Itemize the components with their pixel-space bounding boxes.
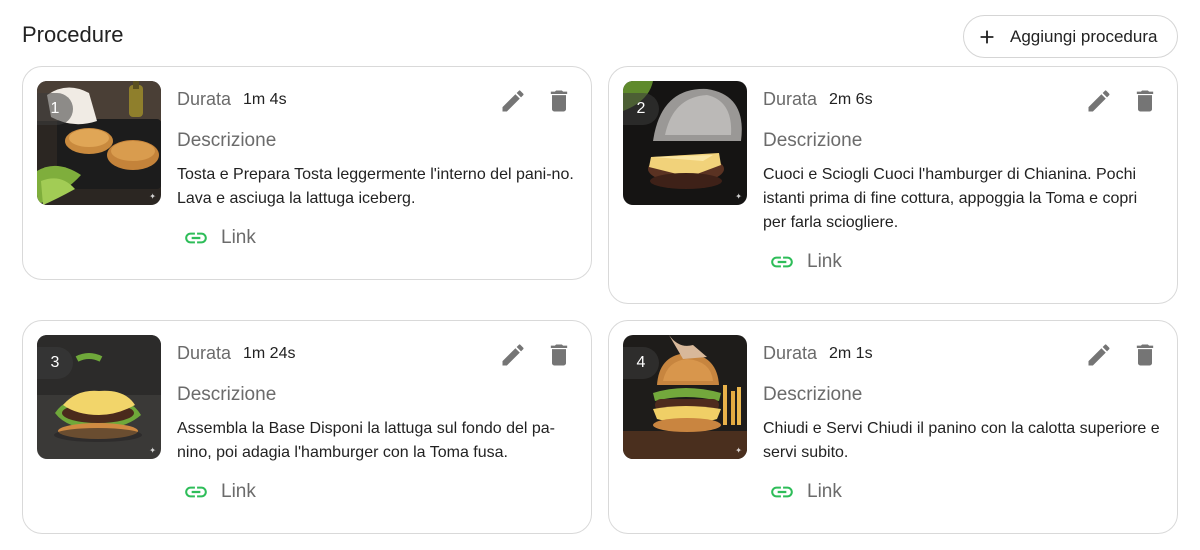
- ai-sparkle-icon: ✦: [735, 446, 742, 455]
- link-label: Link: [221, 481, 256, 502]
- add-procedure-label: Aggiungi procedura: [1010, 26, 1158, 46]
- duration-label: Durata: [763, 343, 818, 363]
- ai-sparkle-icon: ✦: [149, 192, 156, 201]
- step-image: 1 ✦: [37, 81, 161, 205]
- link-icon: [771, 486, 793, 498]
- step-number-badge: 1: [37, 93, 73, 125]
- duration-label: Durata: [177, 343, 232, 363]
- delete-icon[interactable]: [1131, 341, 1159, 369]
- duration-value: 1m 4s: [243, 91, 287, 108]
- step-link[interactable]: Link: [769, 249, 842, 275]
- link-icon: [185, 486, 207, 498]
- ai-sparkle-icon: ✦: [735, 192, 742, 201]
- description-label: Descrizione: [177, 130, 277, 151]
- procedure-card-4: 4 ✦ Durata 2m 1s Descrizione Chiudi e Se…: [608, 320, 1178, 534]
- delete-icon[interactable]: [545, 341, 573, 369]
- step-image: 2 ✦: [623, 81, 747, 205]
- duration-value: 2m 1s: [829, 345, 873, 362]
- link-label: Link: [807, 481, 842, 502]
- link-icon: [185, 232, 207, 244]
- link-label: Link: [807, 251, 842, 272]
- description-label: Descrizione: [177, 384, 277, 405]
- description-text: Tosta e Prepara Tosta leggermente l'inte…: [177, 166, 574, 207]
- description-text: Chiudi e Servi Chiudi il panino con la c…: [763, 420, 1160, 461]
- procedure-card-3: 3 ✦ Durata 1m 24s Descrizione Assembla l…: [22, 320, 592, 534]
- step-image: 3 ✦: [37, 335, 161, 459]
- duration-label: Durata: [177, 89, 232, 109]
- description-text: Assembla la Base Disponi la lattuga sul …: [177, 420, 555, 461]
- duration-value: 2m 6s: [829, 91, 873, 108]
- ai-sparkle-icon: ✦: [149, 446, 156, 455]
- description-label: Descrizione: [763, 130, 863, 151]
- procedure-card-2: 2 ✦ Durata 2m 6s Descrizione Cuoci e Sci…: [608, 66, 1178, 304]
- step-number-badge: 3: [37, 347, 73, 379]
- link-icon: [771, 256, 793, 268]
- procedure-card-1: 1 ✦ Durata 1m 4s Descrizione Tosta e Pre…: [22, 66, 592, 280]
- step-image: 4 ✦: [623, 335, 747, 459]
- edit-icon[interactable]: [499, 87, 527, 115]
- step-link[interactable]: Link: [183, 225, 256, 251]
- step-number-badge: 2: [623, 93, 659, 125]
- step-link[interactable]: Link: [769, 479, 842, 505]
- page-title: Procedure: [22, 22, 124, 47]
- step-number-badge: 4: [623, 347, 659, 379]
- link-label: Link: [221, 227, 256, 248]
- delete-icon[interactable]: [545, 87, 573, 115]
- delete-icon[interactable]: [1131, 87, 1159, 115]
- edit-icon[interactable]: [1085, 87, 1113, 115]
- duration-label: Durata: [763, 89, 818, 109]
- duration-value: 1m 24s: [243, 345, 296, 362]
- step-link[interactable]: Link: [183, 479, 256, 505]
- edit-icon[interactable]: [1085, 341, 1113, 369]
- description-label: Descrizione: [763, 384, 863, 405]
- plus-icon: [980, 30, 994, 43]
- add-procedure-button[interactable]: Aggiungi procedura: [963, 15, 1178, 58]
- description-text: Cuoci e Sciogli Cuoci l'hamburger di Chi…: [763, 166, 1138, 231]
- edit-icon[interactable]: [499, 341, 527, 369]
